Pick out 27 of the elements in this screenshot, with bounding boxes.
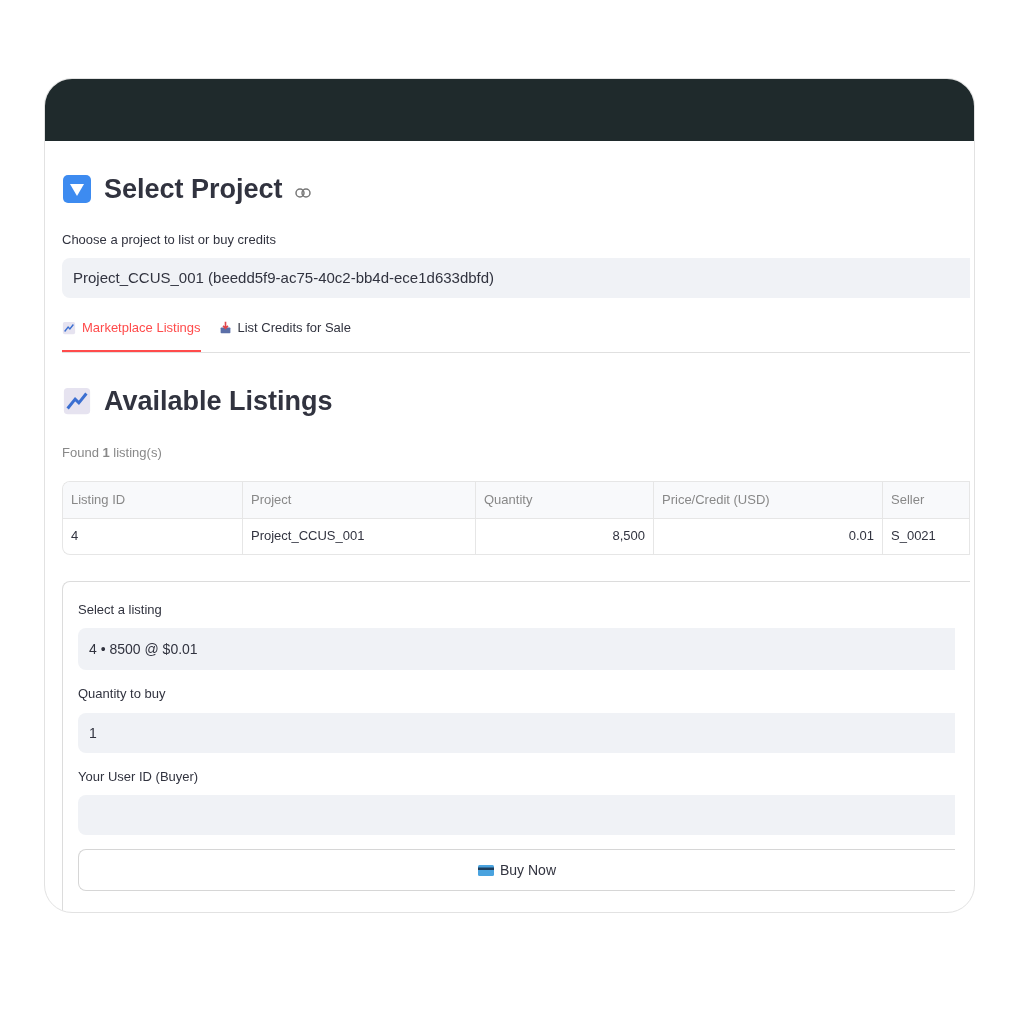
tab[interactable]: List Credits for Sale [218, 318, 351, 352]
link-icon [294, 188, 311, 199]
table-cell: 8,500 [476, 518, 654, 554]
column-header: Listing ID [63, 481, 243, 518]
buy-now-button[interactable]: Buy Now [78, 849, 955, 891]
chart-icon [62, 320, 76, 335]
credit-card-icon [478, 864, 494, 876]
input-field[interactable]: 1 [78, 712, 955, 753]
column-header: Seller [883, 481, 970, 518]
field-label: Your User ID (Buyer) [78, 767, 200, 786]
chart-icon [62, 385, 92, 416]
listing-select[interactable]: 4 • 8500 @ $0.01 [78, 628, 955, 670]
table-cell: 4 [63, 518, 243, 554]
results-count: Found 1 listing(s) [62, 444, 163, 462]
project-select[interactable]: Project_CCUS_001 (beedd5f9-ac75-40c2-bb4d-ece1d633dbfd) [62, 258, 970, 298]
section-title: Select Project [104, 173, 283, 206]
table-cell: S_0021 [883, 518, 970, 554]
table-cell: 0.01 [654, 518, 883, 554]
field-label: Choose a project to list or buy credits [62, 230, 277, 249]
column-header: Quantity [476, 481, 654, 518]
section-title: Available Listings [104, 384, 333, 418]
column-header: Price/Credit (USD) [654, 481, 883, 518]
field-label: Select a listing [78, 600, 163, 619]
column-header: Project [243, 481, 476, 518]
field-label: Quantity to buy [78, 685, 167, 703]
table-cell: Project_CCUS_001 [243, 518, 476, 554]
inbox-tray-icon [218, 321, 232, 335]
